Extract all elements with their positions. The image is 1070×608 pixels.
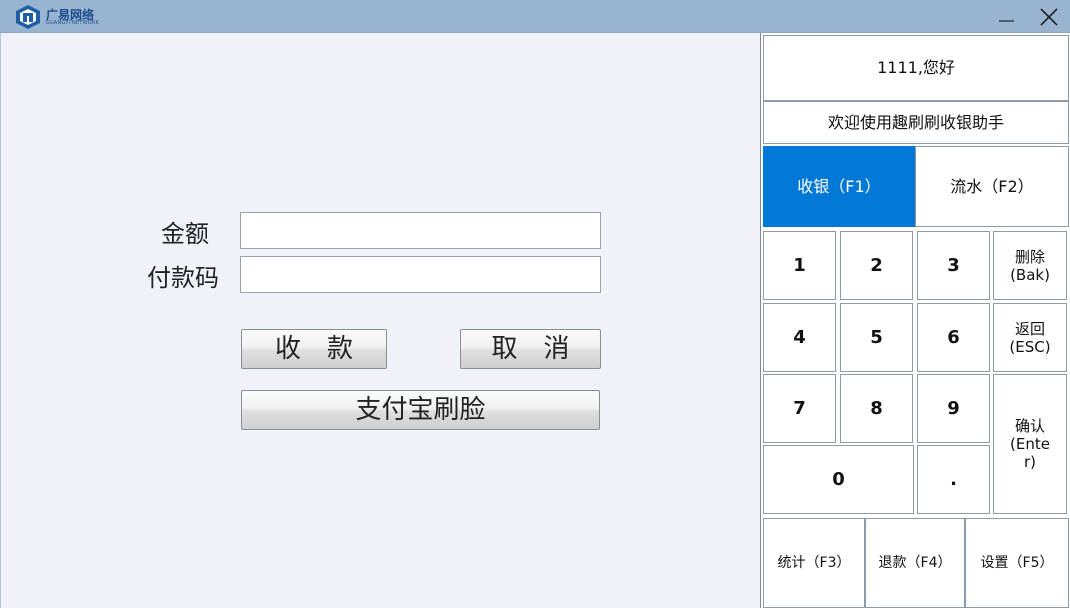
key-6[interactable]: 6 — [917, 303, 990, 372]
amount-input[interactable] — [240, 212, 601, 249]
confirm-key-shortcut-2: r) — [1023, 453, 1037, 471]
tab-transactions[interactable]: 流水（F2） — [915, 146, 1069, 227]
delete-key-label: 删除 — [1014, 247, 1045, 266]
payment-form-area: 金额 付款码 收 款 取 消 支付宝刷脸 — [0, 33, 760, 608]
minimize-button[interactable] — [994, 4, 1020, 30]
key-4[interactable]: 4 — [763, 303, 836, 372]
back-key-shortcut: (ESC) — [1009, 337, 1051, 356]
confirm-key[interactable]: 确认 (Ente r) — [993, 374, 1067, 514]
payment-code-input[interactable] — [240, 256, 601, 293]
delete-key-shortcut: (Bak) — [1010, 265, 1050, 284]
key-9[interactable]: 9 — [917, 374, 990, 443]
key-0[interactable]: 0 — [763, 445, 914, 514]
tab-cashier[interactable]: 收银（F1） — [763, 146, 915, 227]
back-key[interactable]: 返回 (ESC) — [993, 303, 1067, 372]
amount-label: 金额 — [161, 220, 209, 248]
welcome-message: 欢迎使用趣刷刷收银助手 — [763, 101, 1069, 144]
logo-subtext: GUANGYI NETWORK — [46, 20, 100, 26]
user-greeting: 1111,您好 — [763, 35, 1069, 101]
title-bar: 广易网络 GUANGYI NETWORK — [0, 0, 1070, 33]
logo-icon — [16, 5, 40, 29]
minimize-icon — [999, 20, 1014, 22]
payment-code-label: 付款码 — [147, 264, 219, 292]
key-3[interactable]: 3 — [917, 231, 990, 300]
key-5[interactable]: 5 — [840, 303, 913, 372]
cashier-panel: 1111,您好 欢迎使用趣刷刷收银助手 收银（F1） 流水（F2） 1 2 3 … — [760, 33, 1070, 608]
confirm-key-shortcut-1: (Ente — [1010, 435, 1050, 453]
key-1[interactable]: 1 — [763, 231, 836, 300]
confirm-key-label: 确认 — [1014, 417, 1045, 435]
stats-button[interactable]: 统计（F3） — [763, 518, 865, 608]
close-button[interactable] — [1036, 4, 1062, 30]
back-key-label: 返回 — [1014, 319, 1045, 338]
key-7[interactable]: 7 — [763, 374, 836, 443]
settings-button[interactable]: 设置（F5） — [965, 518, 1069, 608]
alipay-face-pay-button[interactable]: 支付宝刷脸 — [241, 390, 600, 430]
key-dot[interactable]: . — [917, 445, 990, 514]
close-icon — [1040, 8, 1058, 26]
key-2[interactable]: 2 — [840, 231, 913, 300]
cancel-button[interactable]: 取 消 — [460, 329, 601, 369]
refund-button[interactable]: 退款（F4） — [865, 518, 965, 608]
delete-key[interactable]: 删除 (Bak) — [993, 231, 1067, 300]
app-logo: 广易网络 GUANGYI NETWORK — [14, 4, 104, 30]
key-8[interactable]: 8 — [840, 374, 913, 443]
collect-button[interactable]: 收 款 — [241, 329, 387, 369]
